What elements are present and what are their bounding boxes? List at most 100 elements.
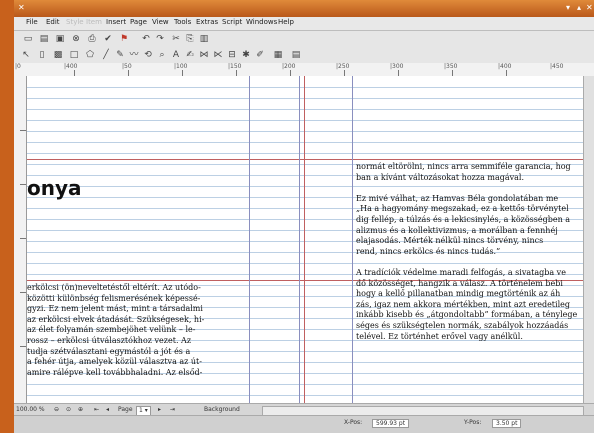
close-document-icon[interactable]: ⊗ [70, 33, 82, 45]
article-heading[interactable]: onya [27, 176, 82, 200]
pdf-export-icon[interactable]: ⚑ [118, 33, 130, 45]
text-line: séges és szükségtelen normák, szabályok … [356, 320, 569, 330]
preflight-icon[interactable]: ✔ [102, 33, 114, 45]
baseline-grid-line [27, 384, 583, 385]
zoom-reset-icon[interactable]: ⊙ [66, 406, 71, 414]
ypos-value: 3.50 pt [492, 419, 522, 428]
text-line: A tradíciók védelme maradi felfogás, a s… [356, 267, 566, 277]
text-frame-icon[interactable]: ▯ [36, 49, 48, 61]
pdf-tools-icon[interactable]: ▦ [272, 49, 284, 61]
text-line: amire rálépve kell továbbhaladni. Az els… [27, 367, 203, 377]
line-icon[interactable]: ╱ [100, 49, 112, 61]
text-line: az élet folyamán szembejöhet velünk – le… [27, 325, 196, 335]
link-frames-icon[interactable]: ⋈ [198, 49, 210, 61]
ruler-tick [20, 346, 26, 347]
zoom-out-icon[interactable]: ⊖ [54, 406, 59, 414]
save-icon[interactable]: ▣ [54, 33, 66, 45]
menu-tools[interactable]: Tools [174, 18, 191, 26]
zoom-icon[interactable]: ⌕ [156, 49, 168, 61]
first-page-icon[interactable]: ⇤ [94, 406, 99, 414]
eyedropper-icon[interactable]: ✐ [254, 49, 266, 61]
text-line: normát eltörölni, nincs arra semmiféle g… [356, 162, 571, 171]
ruler-label: |0 [15, 63, 21, 70]
open-icon[interactable]: ▤ [38, 33, 50, 45]
ruler-label: |300 [390, 63, 404, 70]
paste-icon[interactable]: ▥ [198, 33, 210, 45]
freehand-icon[interactable]: 〰 [128, 49, 140, 61]
horizontal-ruler: |0 |400 |50 |100 |150 |200 |250 |300 |35… [14, 63, 594, 77]
menu-insert[interactable]: Insert [106, 18, 126, 26]
margin-guide [27, 159, 583, 160]
text-line: rossz – erkölcsi útválasztókhoz vezet. A… [27, 335, 192, 345]
zoom-in-icon[interactable]: ⊕ [78, 406, 83, 414]
shape-icon[interactable]: □ [68, 49, 80, 61]
document-canvas[interactable]: onya erkölcsi (ön)neveltetéstől eltérít.… [27, 76, 583, 403]
redo-icon[interactable]: ↷ [154, 33, 166, 45]
menu-script[interactable]: Script [222, 18, 242, 26]
text-line: a fehér útja, amelyek közül választva az… [27, 357, 202, 367]
undo-icon[interactable]: ↶ [140, 33, 152, 45]
ruler-label: |50 [122, 63, 132, 70]
ruler-tick [20, 130, 26, 131]
right-text-frame[interactable]: normát eltörölni, nincs arra semmiféle g… [356, 162, 577, 342]
image-frame-icon[interactable]: ▩ [52, 49, 64, 61]
bezier-icon[interactable]: ✎ [114, 49, 126, 61]
menu-file[interactable]: File [26, 18, 38, 26]
vertical-ruler [14, 76, 27, 403]
baseline-grid-line [27, 120, 583, 121]
ruler-label: |100 [174, 63, 188, 70]
cut-icon[interactable]: ✂ [170, 33, 182, 45]
menu-page[interactable]: Page [130, 18, 147, 26]
window-menu-icon[interactable]: ✕ [18, 3, 25, 12]
print-icon[interactable]: ⎙ [86, 33, 98, 45]
ruler-label: |400 [64, 63, 78, 70]
page-margin-guide [304, 76, 305, 403]
menu-item[interactable]: Item [86, 18, 102, 26]
next-page-icon[interactable]: ▸ [158, 406, 161, 414]
maximize-icon[interactable]: ▴ [577, 3, 581, 12]
menu-view[interactable]: View [152, 18, 169, 26]
title-bar: ✕ ▾ ▴ ✕ [14, 0, 594, 17]
baseline-grid-line [27, 131, 583, 132]
edit-text-icon[interactable]: A [170, 49, 182, 61]
last-page-icon[interactable]: ⇥ [170, 406, 175, 414]
text-line: elajasodás. Mérték nélkül nincs törvény,… [356, 236, 544, 246]
zoom-field[interactable]: 100.00 % [16, 406, 45, 414]
text-line: rend, nincs erkölcs és nincs tudás.” [356, 246, 501, 256]
story-editor-icon[interactable]: ✍ [184, 49, 196, 61]
rotate-icon[interactable]: ⟲ [142, 49, 154, 61]
polygon-icon[interactable]: ⬠ [84, 49, 96, 61]
text-line: „Ha a hagyomány megszakad, ez a kettős t… [356, 204, 569, 214]
xpos-label: X-Pos: [344, 419, 363, 426]
layer-selector[interactable]: Background [204, 406, 240, 414]
close-icon[interactable]: ✕ [586, 3, 593, 12]
ruler-label: |200 [282, 63, 296, 70]
baseline-grid-line [27, 395, 583, 396]
new-document-icon[interactable]: ▭ [22, 33, 34, 45]
menu-windows[interactable]: Windows [246, 18, 277, 26]
text-line: az erkölcsi elvek átadását. Szükségesek,… [27, 314, 205, 324]
pdf-annotation-icon[interactable]: ▤ [290, 49, 302, 61]
copy-icon[interactable]: ⎘ [184, 33, 196, 45]
ruler-label: |450 [550, 63, 564, 70]
vertical-scrollbar[interactable] [583, 76, 594, 403]
copy-properties-icon[interactable]: ✱ [240, 49, 252, 61]
ruler-label: |250 [336, 63, 350, 70]
menu-style[interactable]: Style [66, 18, 84, 26]
measure-icon[interactable]: ⊟ [226, 49, 238, 61]
xpos-value: 599.93 pt [372, 419, 410, 428]
unlink-frames-icon[interactable]: ⋉ [212, 49, 224, 61]
position-bar: X-Pos: 599.93 pt Y-Pos: 3.50 pt [14, 415, 594, 433]
menu-extras[interactable]: Extras [196, 18, 218, 26]
prev-page-icon[interactable]: ◂ [106, 406, 109, 414]
text-line: inkább kisebb és „átgondoltabb” formában… [356, 310, 578, 320]
left-text-frame[interactable]: erkölcsi (ön)neveltetéstől eltérít. Az u… [27, 283, 204, 378]
select-tool-icon[interactable]: ↖ [20, 49, 32, 61]
menu-edit[interactable]: Edit [46, 18, 60, 26]
baseline-grid-line [27, 109, 583, 110]
ruler-tick [20, 184, 26, 185]
column-guide [352, 76, 353, 403]
text-line: ban a kívánt változásokat hozza magával. [356, 172, 525, 182]
minimize-icon[interactable]: ▾ [566, 3, 570, 12]
menu-help[interactable]: Help [278, 18, 294, 26]
